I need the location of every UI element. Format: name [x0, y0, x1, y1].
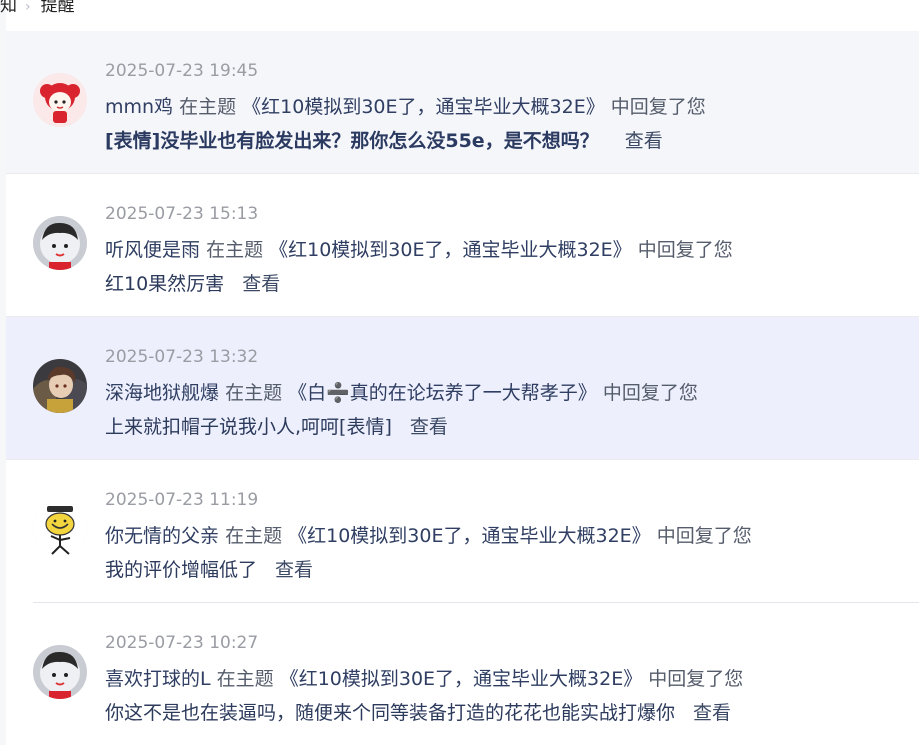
username-link[interactable]: 喜欢打球的L — [105, 668, 211, 690]
notification-summary: 喜欢打球的L 在主题 《红10模拟到30E了，通宝毕业大概32E》 中回复了您 — [105, 664, 743, 691]
topic-link[interactable]: 《白➗真的在论坛养了一大帮孝子》 — [288, 382, 597, 404]
topic-link[interactable]: 《红10模拟到30E了，通宝毕业大概32E》 — [288, 525, 651, 547]
prefix-text: 在主题 — [225, 525, 283, 547]
anime-character-icon — [33, 359, 87, 413]
username-link[interactable]: 你无情的父亲 — [105, 525, 219, 547]
notification-summary: mmn鸡 在主题 《红10模拟到30E了，通宝毕业大概32E》 中回复了您 — [105, 92, 706, 119]
notifications-page: 知 › 提醒 2025-07-23 19:45 mmn鸡 在主题 《红10模拟到… — [0, 0, 919, 745]
prefix-text: 在主题 — [225, 382, 283, 404]
reply-content: [表情]没毕业也有脸发出来？那你怎么没55e，是不想吗？ — [105, 130, 599, 152]
view-link[interactable]: 查看 — [693, 702, 731, 724]
reply-content: 我的评价增幅低了 — [105, 559, 258, 581]
notification-summary: 听风便是雨 在主题 《红10模拟到30E了，通宝毕业大概32E》 中回复了您 — [105, 235, 733, 262]
username-link[interactable]: 听风便是雨 — [105, 239, 200, 261]
avatar[interactable] — [33, 359, 87, 413]
breadcrumb-current: 提醒 — [40, 0, 75, 16]
meme-face-icon — [33, 502, 87, 556]
breadcrumb-parent[interactable]: 知 — [0, 0, 17, 16]
view-link[interactable]: 查看 — [410, 416, 448, 438]
notification-item[interactable]: 2025-07-23 15:13 听风便是雨 在主题 《红10模拟到30E了，通… — [6, 174, 919, 317]
notification-content-row: 红10果然厉害 查看 — [105, 269, 280, 296]
suffix-text: 中回复了您 — [648, 668, 744, 690]
default-avatar-icon — [33, 216, 87, 270]
breadcrumb: 知 › 提醒 — [0, 0, 75, 16]
chevron-right-icon: › — [25, 0, 31, 15]
notification-summary: 你无情的父亲 在主题 《红10模拟到30E了，通宝毕业大概32E》 中回复了您 — [105, 521, 752, 548]
notification-date: 2025-07-23 19:45 — [105, 61, 259, 81]
suffix-text: 中回复了您 — [637, 239, 733, 261]
notification-content-row: 我的评价增幅低了 查看 — [105, 555, 313, 582]
notification-item[interactable]: 2025-07-23 13:32 深海地狱舰爆 在主题 《白➗真的在论坛养了一大… — [6, 317, 919, 460]
topic-link[interactable]: 《红10模拟到30E了，通宝毕业大概32E》 — [280, 668, 643, 690]
avatar[interactable] — [33, 502, 87, 556]
prefix-text: 在主题 — [206, 239, 264, 261]
notification-summary: 深海地狱舰爆 在主题 《白➗真的在论坛养了一大帮孝子》 中回复了您 — [105, 378, 698, 405]
view-link[interactable]: 查看 — [275, 559, 313, 581]
reply-content: 上来就扣帽子说我小人,呵呵[表情] — [105, 416, 392, 438]
avatar[interactable] — [33, 216, 87, 270]
prefix-text: 在主题 — [216, 668, 274, 690]
notification-item[interactable]: 2025-07-23 10:27 喜欢打球的L 在主题 《红10模拟到30E了，… — [6, 603, 919, 745]
notification-content-row: 你这不是也在装逼吗，随便来个同等装备打造的花花也能实战打爆你 查看 — [105, 698, 731, 725]
topic-link[interactable]: 《红10模拟到30E了，通宝毕业大概32E》 — [269, 239, 632, 261]
suffix-text: 中回复了您 — [656, 525, 752, 547]
suffix-text: 中回复了您 — [602, 382, 698, 404]
notification-item[interactable]: 2025-07-23 19:45 mmn鸡 在主题 《红10模拟到30E了，通宝… — [6, 31, 919, 174]
default-avatar-icon — [33, 645, 87, 699]
avatar[interactable] — [33, 73, 87, 127]
reply-content: 你这不是也在装逼吗，随便来个同等装备打造的花花也能实战打爆你 — [105, 702, 676, 724]
avatar[interactable] — [33, 645, 87, 699]
notification-content-row: 上来就扣帽子说我小人,呵呵[表情] 查看 — [105, 412, 448, 439]
suffix-text: 中回复了您 — [610, 96, 706, 118]
red-hair-girl-icon — [33, 73, 87, 127]
notification-date: 2025-07-23 13:32 — [105, 347, 259, 367]
topic-link[interactable]: 《红10模拟到30E了，通宝毕业大概32E》 — [242, 96, 605, 118]
notification-date: 2025-07-23 11:19 — [105, 490, 259, 510]
username-link[interactable]: 深海地狱舰爆 — [105, 382, 219, 404]
reply-content: 红10果然厉害 — [105, 273, 225, 295]
view-link[interactable]: 查看 — [242, 273, 280, 295]
notification-item[interactable]: 2025-07-23 11:19 你无情的父亲 在主题 《红10模拟到30E了，… — [6, 460, 919, 603]
prefix-text: 在主题 — [179, 96, 237, 118]
view-link[interactable]: 查看 — [625, 130, 663, 152]
notification-content-row: [表情]没毕业也有脸发出来？那你怎么没55e，是不想吗？ 查看 — [105, 126, 663, 153]
notification-list: 2025-07-23 19:45 mmn鸡 在主题 《红10模拟到30E了，通宝… — [6, 31, 919, 745]
username-link[interactable]: mmn鸡 — [105, 96, 173, 118]
notification-date: 2025-07-23 15:13 — [105, 204, 259, 224]
notification-date: 2025-07-23 10:27 — [105, 633, 259, 653]
